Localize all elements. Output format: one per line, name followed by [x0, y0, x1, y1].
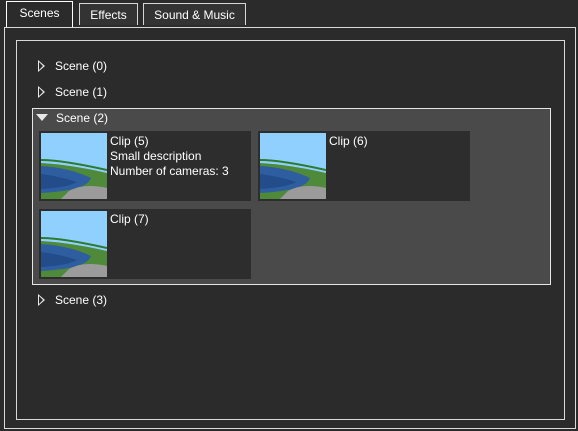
clip-card[interactable]: Clip (7): [39, 209, 251, 279]
triangle-right-icon[interactable]: [38, 60, 45, 72]
scene-label: Scene (1): [55, 85, 108, 99]
clip-description: Small description: [110, 149, 202, 163]
tab-content-panel: Scene (0) Scene (1) Scene (2) Clip (5) S…: [4, 27, 576, 429]
triangle-down-icon[interactable]: [36, 114, 48, 121]
clip-info: Clip (7): [110, 212, 149, 227]
clip-card[interactable]: Clip (5) Small description Number of cam…: [39, 131, 251, 201]
scene-label: Scene (3): [55, 293, 108, 307]
triangle-right-icon[interactable]: [38, 86, 45, 98]
scene-label: Scene (0): [55, 59, 108, 73]
clip-info: Clip (6): [329, 134, 368, 149]
clip-title: Clip (5): [110, 134, 149, 148]
clip-card[interactable]: Clip (6): [258, 131, 470, 201]
scene-group-2: Scene (2) Clip (5) Small description Num…: [32, 108, 551, 285]
tab-sound-music[interactable]: Sound & Music: [143, 3, 246, 25]
clip-info: Clip (5) Small description Number of cam…: [110, 134, 229, 179]
scene-list[interactable]: Scene (0) Scene (1) Scene (2) Clip (5) S…: [16, 40, 565, 420]
triangle-right-icon[interactable]: [38, 294, 45, 306]
app-window: Scenes Effects Sound & Music Scene (0) S…: [0, 0, 578, 431]
tab-bar: Scenes Effects Sound & Music: [0, 0, 578, 28]
clip-camera-count: Number of cameras: 3: [110, 164, 229, 178]
clip-title: Clip (7): [110, 212, 149, 226]
tab-scenes[interactable]: Scenes: [6, 1, 73, 28]
landscape-thumbnail: [260, 133, 326, 199]
landscape-thumbnail: [41, 133, 107, 199]
scene-label: Scene (2): [56, 111, 109, 125]
landscape-thumbnail: [41, 211, 107, 277]
clip-title: Clip (6): [329, 134, 368, 148]
tab-effects[interactable]: Effects: [79, 3, 138, 25]
